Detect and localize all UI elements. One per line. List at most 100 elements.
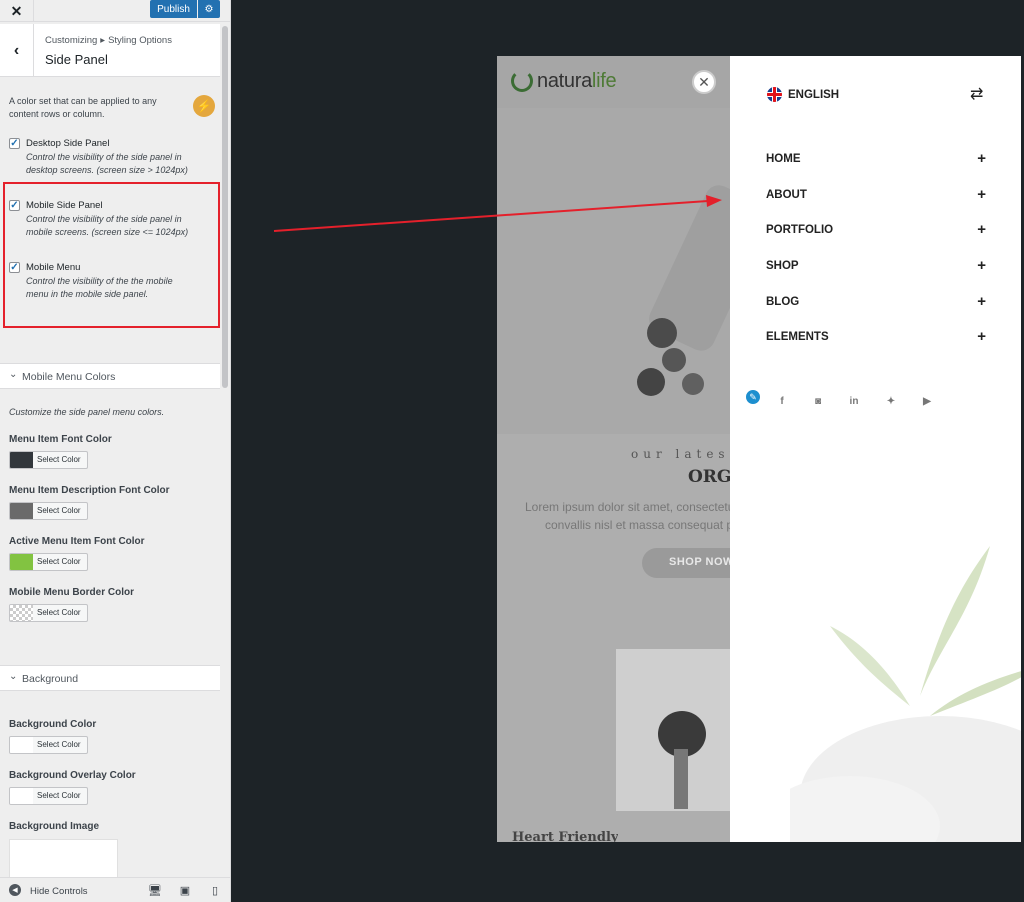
- preview-body-line: Lorem ipsum dolor sit amet, consectetu: [525, 500, 735, 514]
- background-overlay-color-picker[interactable]: Select Color: [9, 787, 88, 805]
- colors-description: Customize the side panel menu colors.: [9, 407, 165, 417]
- shop-now-button[interactable]: SHOP NOW: [642, 548, 733, 578]
- menu-item-label: ELEMENTS: [766, 331, 829, 343]
- pencil-edit-icon[interactable]: ✎: [744, 388, 762, 406]
- menu-item-elements[interactable]: ELEMENTS +: [766, 328, 986, 349]
- color-swatch: [10, 605, 33, 621]
- select-color-label: Select Color: [37, 791, 81, 800]
- bolt-icon[interactable]: ⚡: [193, 95, 215, 117]
- field-label: Background Image: [9, 821, 100, 832]
- menu-item-label: HOME: [766, 153, 801, 165]
- chevron-down-icon: ⌄: [9, 369, 18, 380]
- instagram-icon[interactable]: ◙: [811, 394, 825, 408]
- menu-item-label: BLOG: [766, 296, 800, 308]
- highlight-annotation-box: [3, 182, 220, 328]
- menu-item-about[interactable]: ABOUT +: [766, 186, 986, 207]
- select-color-label: Select Color: [37, 740, 81, 749]
- side-panel: ENGLISH ⇄ HOME + ABOUT + PORTFOLIO + SHO…: [730, 56, 1021, 842]
- color-swatch: [10, 788, 33, 804]
- option-description-line: Control the visibility of the side panel…: [26, 152, 182, 162]
- intro-line-1: A color set that can be applied to any: [9, 96, 157, 106]
- plus-icon[interactable]: +: [977, 293, 986, 310]
- twitter-icon[interactable]: ✦: [884, 394, 898, 408]
- menu-item-label: SHOP: [766, 260, 799, 272]
- publish-button[interactable]: Publish: [150, 0, 197, 18]
- option-label: Desktop Side Panel: [26, 138, 110, 149]
- plus-icon[interactable]: +: [977, 328, 986, 345]
- hand-image: [616, 649, 730, 811]
- page-title: Side Panel: [45, 52, 108, 67]
- menu-item-label: ABOUT: [766, 189, 807, 201]
- menu-item-label: PORTFOLIO: [766, 224, 834, 236]
- field-label: Mobile Menu Border Color: [9, 587, 134, 598]
- background-color-picker[interactable]: Select Color: [9, 736, 88, 754]
- menu-item-font-color-picker[interactable]: Select Color: [9, 451, 88, 469]
- group-heading: Background: [22, 673, 79, 685]
- menu-item-portfolio[interactable]: PORTFOLIO +: [766, 221, 986, 242]
- preview-body-line: convallis nisl et massa consequat p: [545, 518, 734, 532]
- select-color-label: Select Color: [37, 455, 81, 464]
- collapse-arrow-icon[interactable]: ◀: [9, 884, 21, 896]
- chevron-left-icon: ‹: [13, 41, 20, 59]
- chevron-down-icon: ⌄: [9, 671, 18, 682]
- menu-item-shop[interactable]: SHOP +: [766, 257, 986, 278]
- select-color-label: Select Color: [37, 506, 81, 515]
- customizer-topbar: ✕ Publish ⚙: [0, 0, 230, 22]
- field-label: Background Overlay Color: [9, 770, 136, 781]
- intro-line-2: content rows or column.: [9, 109, 105, 119]
- menu-item-description-font-color-picker[interactable]: Select Color: [9, 502, 88, 520]
- field-label: Active Menu Item Font Color: [9, 536, 145, 547]
- language-selector[interactable]: ENGLISH: [788, 89, 839, 101]
- desktop-side-panel-checkbox[interactable]: ✓: [9, 138, 20, 149]
- menu-item-blog[interactable]: BLOG +: [766, 293, 986, 314]
- color-swatch: [10, 554, 33, 570]
- sidebar-scrollbar[interactable]: [222, 26, 228, 388]
- close-icon: ✕: [698, 73, 710, 90]
- customizer-sidebar: ✕ Publish ⚙ ‹ Customizing ▸ Styling Option…: [0, 0, 231, 902]
- background-toggle[interactable]: ⌄ Background: [0, 665, 220, 691]
- plus-icon[interactable]: +: [977, 150, 986, 167]
- breadcrumb-separator-icon: ▸: [100, 35, 106, 46]
- active-menu-item-font-color-picker[interactable]: Select Color: [9, 553, 88, 571]
- back-button[interactable]: ‹: [0, 24, 34, 77]
- select-color-label: Select Color: [37, 608, 81, 617]
- color-swatch: [10, 737, 33, 753]
- customizer-footer: ◀ Hide Controls 🖥 ▣ ▯: [0, 877, 230, 902]
- option-description: Control the visibility of the side panel…: [26, 151, 216, 177]
- section-header: ‹ Customizing ▸ Styling Options Side Panel: [0, 24, 220, 77]
- preview-section-heading: Heart Friendly: [512, 830, 619, 842]
- option-description-line: desktop screens. (screen size > 1024px): [26, 165, 188, 175]
- facebook-icon[interactable]: f: [775, 394, 789, 408]
- youtube-icon[interactable]: ▶: [920, 394, 934, 408]
- publish-settings-button[interactable]: ⚙: [198, 0, 220, 18]
- breadcrumb-root: Customizing: [45, 35, 98, 46]
- hide-controls-button[interactable]: Hide Controls: [30, 886, 88, 897]
- desktop-icon[interactable]: 🖥: [148, 884, 162, 897]
- select-color-label: Select Color: [37, 557, 81, 566]
- uk-flag-icon: [767, 87, 782, 102]
- mobile-menu-colors-toggle[interactable]: ⌄ Mobile Menu Colors: [0, 363, 220, 389]
- field-label: Menu Item Font Color: [9, 434, 112, 445]
- mobile-icon[interactable]: ▯: [209, 884, 221, 897]
- close-customizer-button[interactable]: ✕: [0, 0, 34, 22]
- field-label: Menu Item Description Font Color: [9, 485, 170, 496]
- field-label: Background Color: [9, 719, 97, 730]
- leaf-decoration: [790, 546, 1021, 842]
- tablet-icon[interactable]: ▣: [179, 884, 191, 897]
- intro-text: A color set that can be applied to any c…: [9, 95, 157, 121]
- color-swatch: [10, 452, 33, 468]
- close-panel-button[interactable]: ✕: [692, 70, 716, 94]
- plus-icon[interactable]: +: [977, 186, 986, 203]
- gear-icon: ⚙: [204, 3, 214, 15]
- color-swatch: [10, 503, 33, 519]
- breadcrumb-section: Styling Options: [108, 35, 172, 46]
- linkedin-icon[interactable]: in: [847, 394, 861, 408]
- swap-arrows-icon[interactable]: ⇄: [970, 84, 983, 104]
- plus-icon[interactable]: +: [977, 257, 986, 274]
- background-image-picker[interactable]: [9, 839, 118, 879]
- plus-icon[interactable]: +: [977, 221, 986, 238]
- arm-shape: [674, 749, 688, 809]
- mobile-menu-border-color-picker[interactable]: Select Color: [9, 604, 88, 622]
- menu-item-home[interactable]: HOME +: [766, 150, 986, 171]
- breadcrumb: Customizing ▸ Styling Options: [45, 35, 172, 46]
